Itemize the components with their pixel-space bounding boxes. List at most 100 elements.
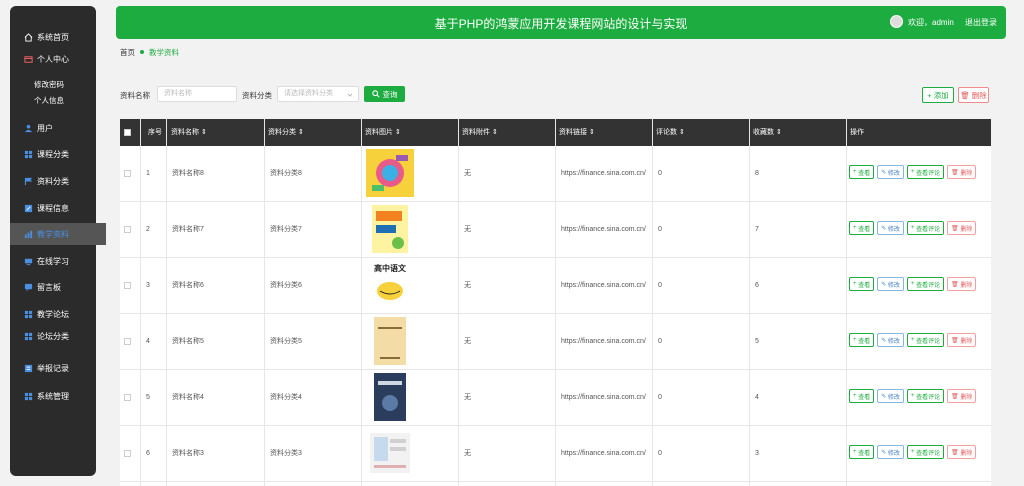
cell-link[interactable]: https://finance.sina.com.cn/ — [557, 314, 646, 370]
cell-link[interactable]: https://finance.sina.com.cn/ — [557, 258, 646, 314]
sidebar-item-online-learning[interactable]: 在线学习 — [10, 250, 96, 272]
sidebar-item-material-category[interactable]: 资料分类 — [10, 170, 96, 192]
row-checkbox[interactable] — [124, 394, 131, 401]
col-header-category[interactable]: 资料分类 ⇕ — [264, 119, 304, 146]
edit-button[interactable]: ✎ 修改 — [877, 221, 904, 235]
col-header-name[interactable]: 资料名称 ⇕ — [167, 119, 207, 146]
edit-button[interactable]: ✎ 修改 — [877, 445, 904, 459]
column-divider — [749, 119, 750, 486]
row-actions: + 查看 ✎ 修改 + 查看评论 🗑 删除 — [849, 277, 977, 291]
view-comments-button[interactable]: + 查看评论 — [906, 165, 945, 179]
row-delete-button[interactable]: 🗑 删除 — [947, 389, 977, 403]
sidebar-item-course-category[interactable]: 课程分类 — [10, 143, 96, 165]
edit-button[interactable]: ✎ 修改 — [877, 165, 904, 179]
column-divider — [140, 119, 141, 486]
material-image[interactable] — [366, 149, 414, 197]
row-delete-button[interactable]: 🗑 删除 — [947, 165, 977, 179]
sidebar-item-system[interactable]: 系统管理 — [10, 385, 96, 407]
row-delete-button[interactable]: 🗑 删除 — [947, 221, 977, 235]
plus-icon: + — [910, 337, 915, 343]
logout-button[interactable]: 退出登录 — [965, 17, 997, 28]
edit-icon: ✎ — [881, 393, 887, 400]
view-button[interactable]: + 查看 — [849, 221, 875, 235]
col-header-link[interactable]: 资料链接 ⇕ — [555, 119, 595, 146]
col-label: 评论数 — [656, 129, 677, 136]
column-divider — [846, 119, 847, 486]
material-image[interactable] — [366, 317, 414, 365]
edit-button[interactable]: ✎ 修改 — [877, 333, 904, 347]
sidebar-sub-info[interactable]: 个人信息 — [34, 95, 64, 106]
row-actions: + 查看 ✎ 修改 + 查看评论 🗑 删除 — [849, 389, 977, 403]
add-button[interactable]: + 添加 — [922, 87, 954, 103]
sidebar-sub-password[interactable]: 修改密码 — [34, 79, 64, 90]
row-checkbox[interactable] — [124, 450, 131, 457]
category-filter-select[interactable]: 请选择资料分类 — [277, 86, 359, 102]
material-image[interactable] — [366, 373, 414, 421]
column-divider — [652, 119, 653, 486]
edit-button[interactable]: ✎ 修改 — [877, 277, 904, 291]
col-header-attachment[interactable]: 资料附件 ⇕ — [458, 119, 498, 146]
sidebar-item-profile[interactable]: 个人中心 — [10, 48, 96, 70]
view-label: 查看 — [858, 170, 871, 177]
col-label: 资料链接 — [559, 129, 587, 136]
avatar[interactable] — [890, 15, 903, 28]
row-checkbox[interactable] — [124, 226, 131, 233]
view-comments-button[interactable]: + 查看评论 — [906, 389, 945, 403]
sort-icon: ⇕ — [588, 129, 595, 136]
col-header-image[interactable]: 资料图片 ⇕ — [361, 119, 401, 146]
material-image[interactable]: 高中语文 — [366, 261, 414, 309]
col-header-favorites[interactable]: 收藏数 ⇕ — [749, 119, 782, 146]
view-comments-button[interactable]: + 查看评论 — [906, 445, 945, 459]
row-checkbox[interactable] — [124, 282, 131, 289]
row-checkbox[interactable] — [124, 170, 131, 177]
delete-button[interactable]: 🗑 删除 — [958, 87, 989, 103]
cell-link[interactable]: https://finance.sina.com.cn/ — [557, 202, 646, 258]
sidebar-item-message-board[interactable]: 留言板 — [10, 276, 96, 298]
sidebar-item-label: 资料分类 — [37, 176, 69, 186]
sidebar-item-teaching-materials[interactable]: 教学资料 — [10, 223, 106, 245]
sort-icon: ⇕ — [297, 129, 304, 136]
row-delete-button[interactable]: 🗑 删除 — [947, 277, 977, 291]
view-comments-button[interactable]: + 查看评论 — [906, 277, 945, 291]
sidebar-item-users[interactable]: 用户 — [10, 117, 96, 139]
view-comments-button[interactable]: + 查看评论 — [906, 333, 945, 347]
cell-name: 资料名称5 — [172, 338, 204, 345]
sidebar-item-forum-category[interactable]: 论坛分类 — [10, 325, 96, 347]
cell-favorites: 3 — [755, 450, 759, 457]
plus-icon: + — [910, 225, 915, 231]
view-button[interactable]: + 查看 — [849, 333, 875, 347]
material-image[interactable] — [366, 429, 414, 477]
cell-favorites: 8 — [755, 170, 759, 177]
breadcrumb-home[interactable]: 首页 — [120, 48, 135, 57]
material-image[interactable] — [366, 205, 414, 253]
view-button[interactable]: + 查看 — [849, 165, 875, 179]
cell-link[interactable]: https://finance.sina.com.cn/ — [557, 426, 646, 482]
plus-icon: + — [927, 90, 932, 100]
view-button[interactable]: + 查看 — [849, 445, 875, 459]
col-header-comments[interactable]: 评论数 ⇕ — [652, 119, 685, 146]
edit-icon — [24, 204, 33, 212]
cell-name: 资料名称4 — [172, 394, 204, 401]
cell-link[interactable]: https://finance.sina.com.cn/ — [557, 146, 646, 202]
sidebar-item-home[interactable]: 系统首页 — [10, 26, 96, 48]
trash-icon: 🗑 — [951, 337, 959, 344]
trash-icon: 🗑 — [951, 393, 959, 400]
plus-icon: + — [910, 281, 915, 287]
sidebar-item-course-info[interactable]: 课程信息 — [10, 197, 96, 219]
sidebar-item-forum[interactable]: 教学论坛 — [10, 303, 96, 325]
row-delete-button[interactable]: 🗑 删除 — [947, 445, 977, 459]
view-button[interactable]: + 查看 — [849, 277, 875, 291]
cell-link[interactable]: https://finance.sina.com.cn/ — [557, 370, 646, 426]
view-button[interactable]: + 查看 — [849, 389, 875, 403]
query-button[interactable]: 查询 — [364, 86, 405, 102]
trash-icon: 🗑 — [951, 449, 959, 456]
edit-button[interactable]: ✎ 修改 — [877, 389, 904, 403]
select-all-checkbox[interactable] — [124, 129, 131, 136]
cell-comments: 0 — [658, 450, 662, 457]
name-filter-input[interactable]: 资料名称 — [157, 86, 237, 102]
sidebar-item-label: 课程信息 — [37, 203, 69, 213]
row-checkbox[interactable] — [124, 338, 131, 345]
view-comments-button[interactable]: + 查看评论 — [906, 221, 945, 235]
sidebar-item-reports[interactable]: 举报记录 — [10, 357, 96, 379]
row-delete-button[interactable]: 🗑 删除 — [947, 333, 977, 347]
